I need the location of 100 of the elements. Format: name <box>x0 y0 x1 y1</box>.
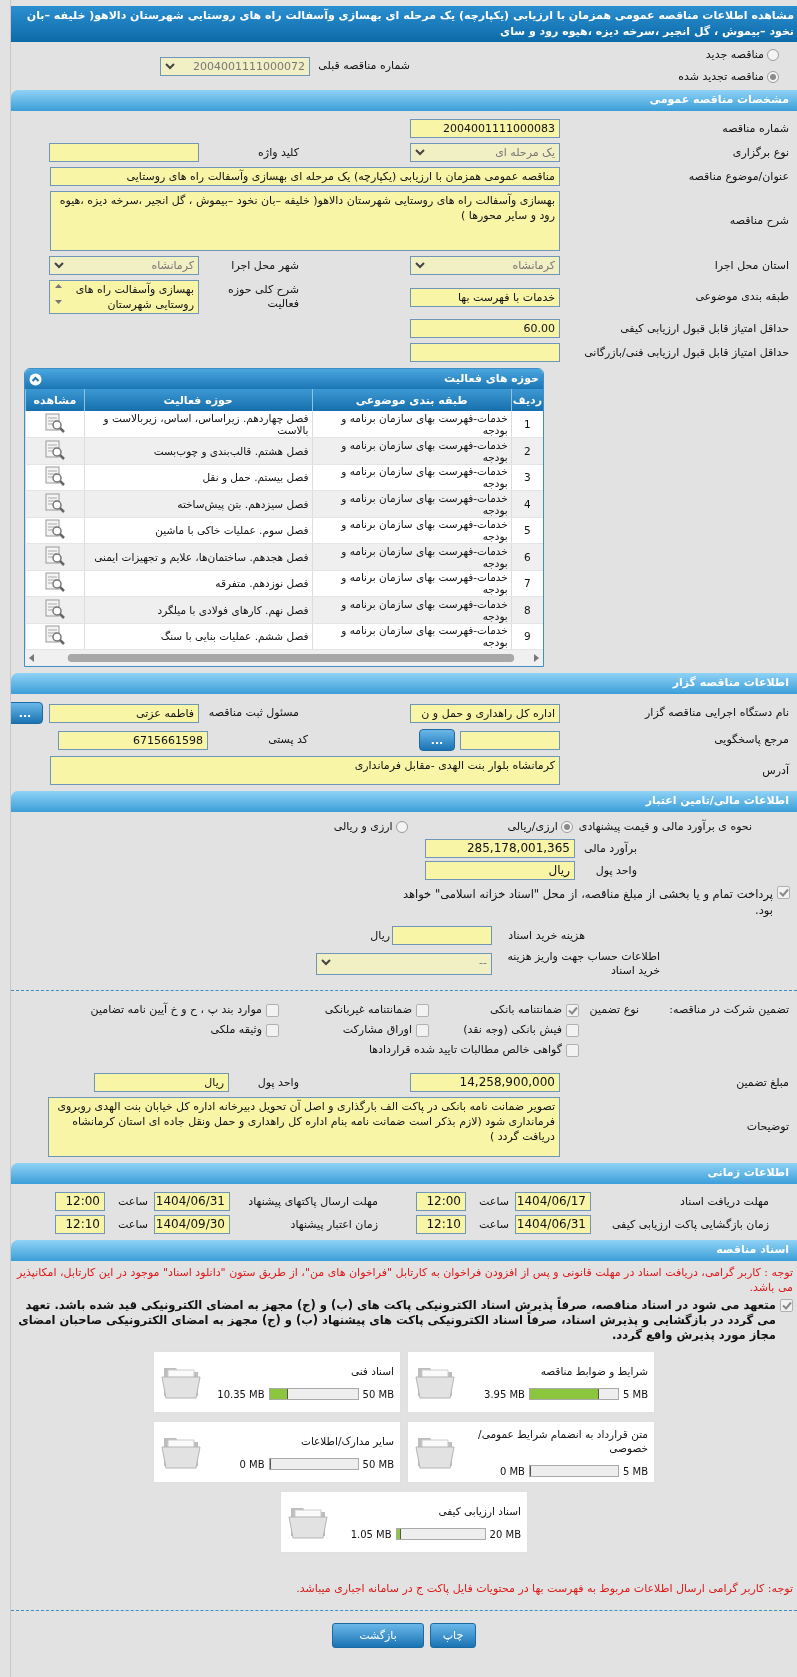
input-field[interactable] <box>460 730 560 750</box>
checkbox[interactable] <box>416 1023 429 1037</box>
column-header: طبقه بندی موضوعی <box>312 389 512 411</box>
time-field[interactable]: 12:10 <box>55 1215 105 1234</box>
input-field[interactable]: 14,258,900,000 <box>410 1073 560 1092</box>
field-label: مرجع پاسخگویی <box>713 733 789 747</box>
document-search-icon[interactable] <box>43 544 66 567</box>
input-field[interactable] <box>49 143 199 162</box>
radio-button[interactable] <box>767 71 779 83</box>
section-header: اسناد مناقصه <box>11 1240 797 1261</box>
field-label: کد پستی <box>267 733 308 747</box>
table-cell: خدمات-فهرست بهای سازمان برنامه و بودجه <box>312 517 512 544</box>
checkbox-label: اوراق مشارکت <box>342 1023 412 1037</box>
document-title: شرایط و ضوابط مناقصه <box>539 1364 648 1378</box>
radio-button[interactable] <box>560 821 573 833</box>
text-area[interactable]: کرمانشاه بلوار بنت الهدی -مقابل فرمانداری <box>50 756 560 785</box>
date-field[interactable]: 1404/06/17 <box>515 1192 591 1211</box>
document-search-icon[interactable] <box>43 518 66 541</box>
table-cell: خدمات-فهرست بهای سازمان برنامه و بودجه <box>312 570 512 597</box>
date-field[interactable]: 1404/06/31 <box>154 1192 230 1211</box>
back-button[interactable]: بازگشت <box>332 1623 424 1648</box>
size-used: 0 MB <box>239 1458 265 1470</box>
select-field[interactable]: -- <box>316 953 492 975</box>
page-title: مشاهده اطلاعات مناقصه عمومی همزمان با ارزیابی (یکپارچه) یک مرحله ای بهسازی وآسفالت راه های روستایی شهرستان دالاهو( خلیفه –بان نخود –بیموش ، گل انجیر ،سرخه دیزه ،هیوه رود و سای <box>11 6 797 42</box>
checkbox[interactable] <box>566 1043 579 1057</box>
field-label: توضیحات <box>745 1120 789 1134</box>
checkbox[interactable] <box>266 1023 279 1037</box>
table-cell: 8 <box>511 596 543 623</box>
document-title: اسناد فنی <box>349 1364 394 1378</box>
field-label: ساعت <box>117 1217 148 1232</box>
time-field[interactable]: 12:10 <box>416 1215 466 1234</box>
input-field[interactable]: مناقصه عمومی همزمان با ارزیابی (یکپارچه) یک مرحله ای بهسازی وآسفالت راه های روستایی <box>50 167 560 186</box>
field-label: ساعت <box>117 1194 148 1209</box>
table-cell: فصل چهاردهم. زیراساس، اساس، زیربالاست و بالاست <box>84 411 313 438</box>
browse-button[interactable]: ... <box>11 702 43 724</box>
scrollbar[interactable] <box>25 650 543 666</box>
table-cell: خدمات-فهرست بهای سازمان برنامه و بودجه <box>312 464 512 491</box>
table-cell: فصل بیستم. حمل و نقل <box>84 464 313 491</box>
browse-button[interactable]: ... <box>419 729 455 751</box>
date-field[interactable]: 1404/06/31 <box>515 1215 591 1234</box>
checkbox[interactable] <box>266 1003 279 1017</box>
notice-text: توجه : کاربر گرامی، دریافت اسناد در مهلت قانونی و پس از افزودن فراخوان به کارتابل "فراخوان های من"، از طریق ستون "دانلود اسناد" موجود در این کارتابل، امکانپذیر می باشد. <box>15 1265 794 1295</box>
date-field[interactable]: 1404/09/30 <box>154 1215 230 1234</box>
text-area[interactable]: بهسازی وآسفالت راه های روستایی شهرستان دالاهو( خلیفه –بان نخود –بیموش ، گل انجیر ،سرخه دیزه ،هیوه رود و سایر محورها ) <box>50 191 560 251</box>
text-area[interactable]: تصویر ضمانت نامه بانکی در پاکت الف بارگذاری و اصل آن تحویل دبیرخانه اداره کل خیابان بنت الهدی روبروی فرمانداری شود (لازم بذکر است ضمانت نامه بنام اداره کل راهداری و حمل ونقل جاده ای استان کرمانشاه دریافت گردد ) <box>48 1097 560 1157</box>
section-header: اطلاعات مالی/تامین اعتبار <box>11 791 797 812</box>
size-limit: 20 MB <box>489 1528 521 1540</box>
document-search-icon[interactable] <box>43 438 66 461</box>
input-field[interactable] <box>392 926 492 945</box>
radio-button[interactable] <box>395 821 408 833</box>
checkbox[interactable] <box>780 1299 793 1312</box>
document-search-icon[interactable] <box>43 624 66 647</box>
input-field[interactable]: ریال <box>94 1073 229 1092</box>
checkbox-label: وثیقه ملکی <box>210 1023 262 1037</box>
field-label: عنوان/موضوع مناقصه <box>687 169 789 184</box>
chevron-down-icon <box>54 262 64 269</box>
field-label: شرح کلی حوزه فعالیت <box>227 283 299 311</box>
input-field[interactable]: 60.00 <box>410 319 560 338</box>
input-field[interactable]: 2004001111000083 <box>410 119 560 138</box>
scroll-arrows-icon <box>54 282 63 306</box>
input-field[interactable]: 6715661598 <box>58 730 208 750</box>
time-field[interactable]: 12:00 <box>55 1192 105 1211</box>
section-header: اطلاعات مناقصه گزار <box>11 673 797 694</box>
chevron-down-icon <box>415 149 425 156</box>
checkbox[interactable] <box>416 1003 429 1017</box>
list-box[interactable]: بهسازی وآسفالت راه های روستایی شهرستان <box>49 280 199 314</box>
checkbox[interactable] <box>566 1003 579 1017</box>
field-label: هزینه خرید اسناد <box>507 928 585 943</box>
input-field[interactable]: اداره کل راهداری و حمل و ن <box>410 703 560 723</box>
table-cell: فصل نهم. کارهای فولادی با میلگرد <box>84 596 313 623</box>
checkbox-label: فیش بانکی (وجه نقد) <box>463 1023 562 1037</box>
checkmark-icon <box>778 888 789 897</box>
panel-title: حوزه های فعالیت <box>444 372 539 386</box>
document-search-icon[interactable] <box>43 491 66 514</box>
unit-label: ریال <box>370 928 390 943</box>
radio-button[interactable] <box>767 49 779 61</box>
checkmark-icon <box>567 1005 578 1015</box>
table-cell: 6 <box>511 543 543 570</box>
checkbox[interactable] <box>777 886 790 899</box>
field-label: شرح مناقصه <box>728 214 789 228</box>
input-field[interactable]: فاطمه عزتی <box>49 703 199 723</box>
input-field[interactable]: ریال <box>425 861 575 880</box>
document-search-icon[interactable] <box>43 597 66 620</box>
document-search-icon[interactable] <box>43 571 66 594</box>
document-title: اسناد ارزیابی کیفی <box>437 1504 521 1518</box>
radio-label: مناقصه جدید <box>705 48 764 62</box>
table-cell: خدمات-فهرست بهای سازمان برنامه و بودجه <box>312 411 512 438</box>
time-field[interactable]: 12:00 <box>416 1192 466 1211</box>
chevron-down-icon <box>415 262 425 269</box>
collapse-icon[interactable] <box>29 372 42 386</box>
input-field[interactable]: خدمات با فهرست بها <box>410 287 560 307</box>
field-label: واحد پول <box>594 863 637 878</box>
size-used: 10.35 MB <box>217 1388 265 1400</box>
document-search-icon[interactable] <box>43 412 66 434</box>
input-field[interactable]: 285,178,001,365 <box>425 839 575 858</box>
field-label: ساعت <box>478 1194 509 1209</box>
document-search-icon[interactable] <box>43 465 66 488</box>
field-label: اطلاعات حساب جهت واریز هزینه خرید اسناد <box>506 950 660 978</box>
input-field[interactable] <box>410 343 560 362</box>
checkbox[interactable] <box>566 1023 579 1037</box>
